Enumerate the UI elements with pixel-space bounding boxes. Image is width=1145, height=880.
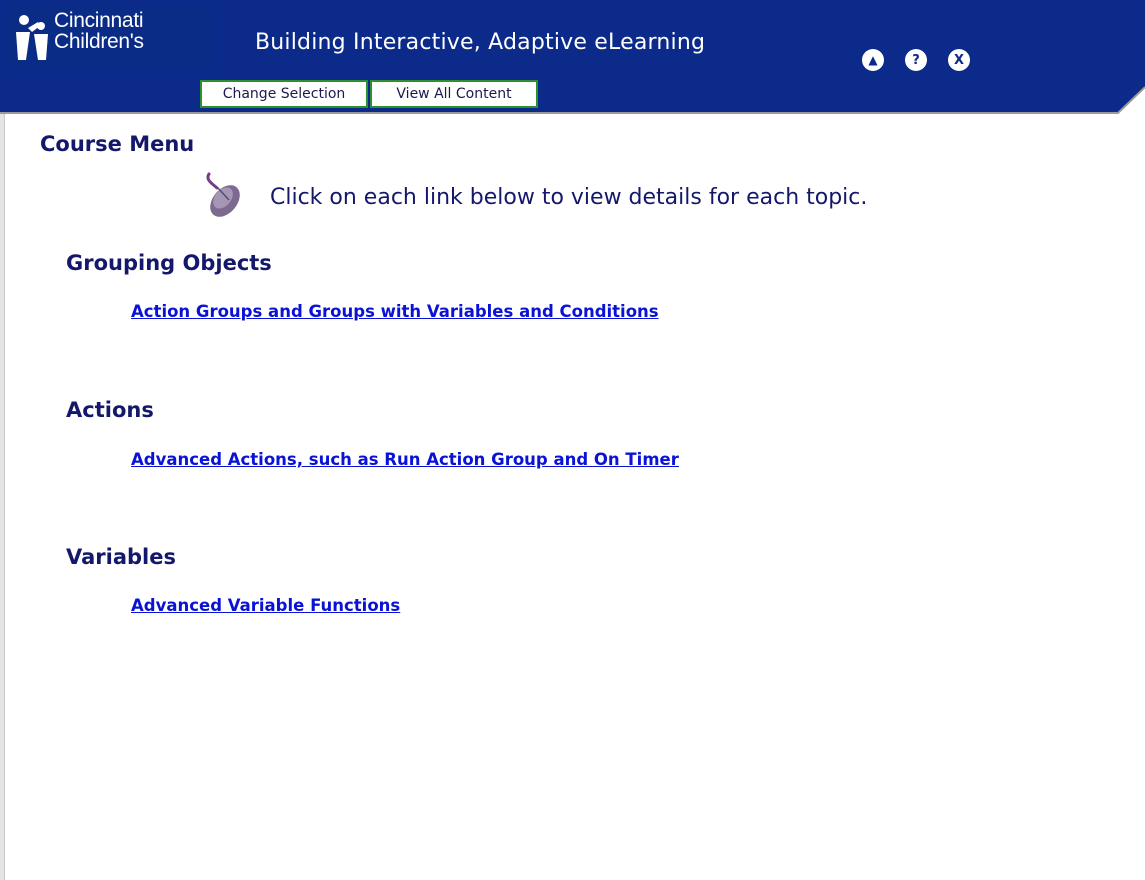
cincinnati-childrens-logo: Cincinnati Children's [8, 6, 212, 68]
section-heading-actions: Actions [66, 398, 154, 422]
close-icon: X [953, 52, 965, 68]
home-icon: ▲ [868, 53, 878, 67]
view-all-content-tab[interactable]: View All Content [370, 80, 538, 108]
change-selection-tab[interactable]: Change Selection [200, 80, 368, 108]
section-heading-grouping-objects: Grouping Objects [66, 251, 272, 275]
logo-figures-icon [16, 15, 48, 60]
link-advanced-variable-functions[interactable]: Advanced Variable Functions [131, 596, 400, 615]
help-button[interactable]: ? [905, 49, 927, 71]
header-bar: Cincinnati Children's Building Interacti… [0, 0, 1145, 114]
logo-wordmark: Cincinnati Children's [54, 9, 144, 53]
instruction-text: Click on each link below to view details… [270, 185, 868, 210]
help-icon: ? [912, 52, 920, 68]
home-button[interactable]: ▲ [862, 49, 884, 71]
section-heading-variables: Variables [66, 545, 176, 569]
link-action-groups[interactable]: Action Groups and Groups with Variables … [131, 302, 659, 321]
page-title: Course Menu [40, 132, 195, 156]
app-title: Building Interactive, Adaptive eLearning [255, 30, 706, 55]
mouse-icon [206, 172, 240, 217]
link-advanced-actions[interactable]: Advanced Actions, such as Run Action Gro… [131, 450, 679, 469]
left-border [0, 112, 5, 880]
close-button[interactable]: X [948, 49, 970, 71]
